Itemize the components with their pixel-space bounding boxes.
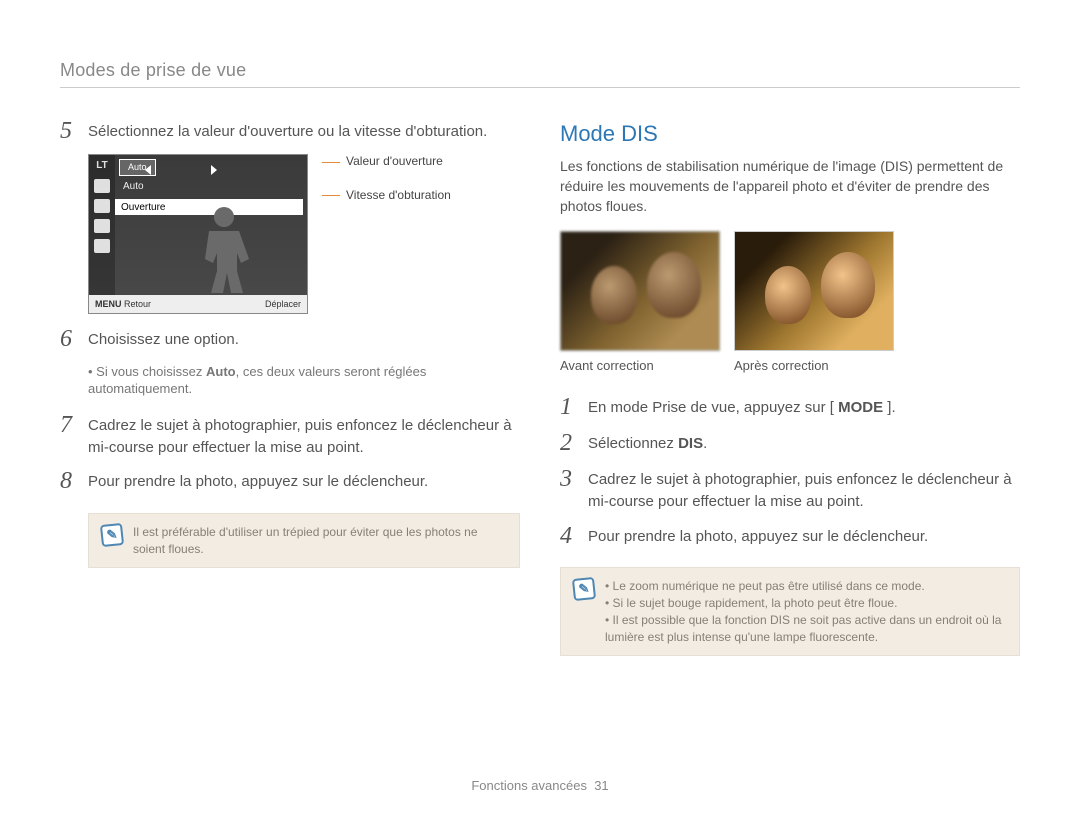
step-number: 7	[60, 412, 78, 459]
camera-screenshot-block: LT Auto Auto Ouverture	[88, 154, 520, 314]
step-7: 7 Cadrez le sujet à photographier, puis …	[60, 412, 520, 459]
lcd-annotations: Valeur d'ouverture Vitesse d'obturation	[322, 154, 451, 221]
arrow-right-icon	[211, 165, 217, 175]
side-icon-2	[94, 179, 110, 193]
step1-post: ].	[883, 399, 896, 416]
lcd-sidebar: LT	[89, 155, 115, 295]
leader-line-icon	[322, 195, 340, 196]
page-footer: Fonctions avancées 31	[0, 778, 1080, 793]
step-1: 1 En mode Prise de vue, appuyez sur [ MO…	[560, 394, 1020, 420]
lcd-deplacer-label: Déplacer	[265, 298, 301, 311]
annotation-2-text: Vitesse d'obturation	[346, 188, 451, 204]
section-intro: Les fonctions de stabilisation numérique…	[560, 156, 1020, 217]
step-text: En mode Prise de vue, appuyez sur [ MODE…	[588, 394, 896, 420]
step-number: 8	[60, 468, 78, 494]
tip-item: Si le sujet bouge rapidement, la photo p…	[605, 595, 1007, 612]
step1-pre: En mode Prise de vue, appuyez sur [	[588, 399, 838, 416]
content-columns: 5 Sélectionnez la valeur d'ouverture ou …	[60, 118, 1020, 656]
face-icon	[647, 252, 701, 318]
step-4: 4 Pour prendre la photo, appuyez sur le …	[560, 523, 1020, 549]
step-2: 2 Sélectionnez DIS.	[560, 430, 1020, 456]
note-icon: ✎	[572, 577, 596, 601]
step-3: 3 Cadrez le sujet à photographier, puis …	[560, 466, 1020, 513]
annotation-2: Vitesse d'obturation	[322, 188, 451, 204]
breadcrumb: Modes de prise de vue	[60, 60, 1020, 81]
step2-bold: DIS	[678, 435, 703, 452]
annotation-1-text: Valeur d'ouverture	[346, 154, 443, 170]
step2-post: .	[703, 435, 707, 452]
lcd-row2-label: Auto	[123, 180, 144, 195]
step-6: 6 Choisissez une option.	[60, 326, 520, 352]
photo-captions: Avant correction Après correction	[560, 357, 1020, 376]
tip-item: Le zoom numérique ne peut pas être utili…	[605, 578, 1007, 595]
note-icon: ✎	[100, 523, 124, 547]
lcd-row2: Auto	[115, 179, 303, 195]
footer-section: Fonctions avancées	[471, 778, 587, 793]
lcd-row1: Auto	[115, 159, 303, 175]
divider	[60, 87, 1020, 88]
step-text: Cadrez le sujet à photographier, puis en…	[588, 466, 1020, 513]
step-text: Pour prendre la photo, appuyez sur le dé…	[88, 468, 428, 494]
step-number: 1	[560, 394, 578, 420]
step-5: 5 Sélectionnez la valeur d'ouverture ou …	[60, 118, 520, 144]
note-pre: Si vous choisissez	[96, 364, 206, 379]
step-6-note: Si vous choisissez Auto, ces deux valeur…	[88, 363, 520, 398]
caption-after: Après correction	[734, 357, 894, 376]
lcd-footer: MENU Retour Déplacer	[89, 295, 307, 313]
lcd-retour-label: Retour	[124, 299, 151, 309]
step-number: 5	[60, 118, 78, 144]
step-number: 3	[560, 466, 578, 513]
note-bold: Auto	[206, 364, 236, 379]
lt-icon: LT	[94, 159, 110, 173]
side-icon-5	[94, 239, 110, 253]
person-silhouette-icon	[179, 199, 269, 299]
lcd-menu-label: MENU	[95, 299, 122, 309]
face-icon	[591, 266, 637, 324]
right-column: Mode DIS Les fonctions de stabilisation …	[560, 118, 1020, 656]
photo-before	[560, 231, 720, 351]
step-text: Cadrez le sujet à photographier, puis en…	[88, 412, 520, 459]
step-text: Choisissez une option.	[88, 326, 239, 352]
footer-page-number: 31	[594, 778, 608, 793]
tip-list: Le zoom numérique ne peut pas être utili…	[605, 578, 1007, 645]
step-number: 6	[60, 326, 78, 352]
step-number: 4	[560, 523, 578, 549]
step-text: Sélectionnez la valeur d'ouverture ou la…	[88, 118, 487, 144]
face-icon	[821, 252, 875, 318]
tip-text: Il est préférable d'utiliser un trépied …	[133, 524, 507, 558]
step-text: Sélectionnez DIS.	[588, 430, 707, 456]
step-8: 8 Pour prendre la photo, appuyez sur le …	[60, 468, 520, 494]
camera-lcd: LT Auto Auto Ouverture	[88, 154, 308, 314]
left-column: 5 Sélectionnez la valeur d'ouverture ou …	[60, 118, 520, 656]
tip-box-left: ✎ Il est préférable d'utiliser un trépie…	[88, 513, 520, 569]
side-icon-4	[94, 219, 110, 233]
comparison-photos	[560, 231, 1020, 351]
leader-line-icon	[322, 162, 340, 163]
side-icon-3	[94, 199, 110, 213]
step-text: Pour prendre la photo, appuyez sur le dé…	[588, 523, 928, 549]
step2-pre: Sélectionnez	[588, 435, 678, 452]
arrow-left-icon	[145, 165, 151, 175]
tip-item: Il est possible que la fonction DIS ne s…	[605, 612, 1007, 646]
tip-box-right: ✎ Le zoom numérique ne peut pas être uti…	[560, 567, 1020, 656]
annotation-1: Valeur d'ouverture	[322, 154, 451, 170]
face-icon	[765, 266, 811, 324]
step-number: 2	[560, 430, 578, 456]
photo-after	[734, 231, 894, 351]
step1-bold: MODE	[838, 399, 883, 416]
section-title: Mode DIS	[560, 118, 1020, 150]
caption-before: Avant correction	[560, 357, 720, 376]
